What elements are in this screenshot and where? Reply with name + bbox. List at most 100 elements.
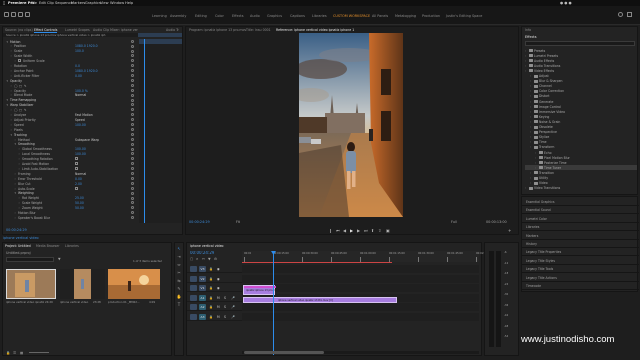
effect-row-value[interactable]: 50.00 [75, 201, 84, 205]
menu-markers[interactable]: Markers [71, 1, 85, 5]
track-record-icon[interactable]: 🎤 [231, 315, 235, 319]
effect-row[interactable]: › Zoom Weight 50.00 [3, 206, 137, 211]
keyframe-toggle-icon[interactable] [131, 78, 134, 82]
side-panel-tab[interactable]: Essential Graphics [526, 200, 555, 204]
effect-row-value[interactable]: 0.00 [75, 177, 82, 181]
pen-mask-icon[interactable]: ✎ [24, 108, 27, 112]
effect-row[interactable]: › Scale 100.0 [3, 49, 137, 54]
keyframe-toggle-icon[interactable] [131, 74, 134, 78]
effects-tree-item[interactable]: › Transform [525, 145, 637, 149]
track-target-toggle[interactable] [190, 313, 197, 320]
project-thumb-1[interactable] [6, 269, 56, 299]
project-filter-icon[interactable]: ▼ [58, 257, 61, 261]
disclosure-icon[interactable]: › [19, 147, 20, 151]
disclosure-icon[interactable]: › [19, 162, 20, 166]
track-label[interactable]: V2 [199, 275, 206, 282]
expand-triangle-icon[interactable]: ▾ [7, 98, 9, 102]
export-icon[interactable] [25, 12, 30, 17]
workspace-tab-learning[interactable]: Learning [152, 14, 167, 18]
effect-row[interactable]: › Local Smoothness 100.00 [3, 152, 137, 157]
track-label[interactable]: A3 [199, 313, 206, 320]
menu-file[interactable]: File [31, 1, 37, 5]
effect-row-value[interactable]: 1080.0 1920.0 [75, 69, 98, 73]
effect-row[interactable]: › ◯ □ ✎ [3, 108, 137, 113]
tab-sequence[interactable]: iphone vertical video [190, 244, 223, 248]
tree-arrow-icon[interactable]: › [530, 120, 531, 124]
add-button-icon[interactable]: + [508, 228, 511, 233]
disclosure-icon[interactable]: › [15, 187, 16, 191]
disclosure-icon[interactable]: › [19, 167, 20, 171]
effect-row[interactable]: › Anti-flicker Filter 0.00 [3, 73, 137, 78]
keyframe-toggle-icon[interactable] [131, 39, 134, 43]
side-panel-tab[interactable]: History [526, 242, 537, 246]
tree-arrow-icon[interactable]: › [530, 100, 531, 104]
keyframe-toggle-icon[interactable] [131, 162, 134, 166]
project-lock-icon[interactable]: 🔒 [6, 351, 10, 355]
keyframe-toggle-icon[interactable] [131, 54, 134, 58]
effect-checkbox[interactable] [75, 157, 78, 161]
track-select-tool-icon[interactable]: ⇥ [176, 254, 182, 260]
track-mute-button[interactable]: M [217, 305, 220, 309]
effect-row[interactable]: ▾ Smoothing [3, 142, 137, 147]
keyframe-toggle-icon[interactable] [131, 49, 134, 53]
workspace-tab-all-panels[interactable]: All Panels [372, 14, 388, 18]
help-icon[interactable] [618, 12, 623, 17]
lift-icon[interactable]: ⬆ [371, 228, 374, 233]
effect-row[interactable]: › Analyze Fast Motion [3, 113, 137, 118]
menu-clip[interactable]: Clip [47, 1, 54, 5]
effect-row-value[interactable]: Speed [75, 118, 85, 122]
effects-tree-item[interactable]: › Video [525, 181, 637, 185]
effect-row-value[interactable]: 1080.0 1920.0 [75, 44, 98, 48]
mini-timeline-clip[interactable] [138, 33, 182, 37]
track-target-toggle[interactable] [190, 304, 197, 310]
effect-checkbox[interactable] [75, 162, 78, 166]
tab-project-libraries[interactable]: Libraries [65, 244, 79, 248]
effect-row[interactable]: › Pixels [3, 127, 137, 132]
workspace-tab-effects[interactable]: Effects [232, 14, 244, 18]
keyframe-toggle-icon[interactable] [131, 196, 134, 200]
tree-arrow-icon[interactable]: › [530, 105, 531, 109]
effects-tree-item[interactable]: › Image Control [525, 104, 637, 109]
effects-tree-item[interactable]: › Stylize [525, 135, 637, 139]
timeline-playhead[interactable] [273, 251, 274, 355]
effect-row[interactable]: › Blend Mode Normal [3, 93, 137, 98]
effects-tree-item[interactable]: › Video Effects [525, 68, 637, 73]
tree-arrow-icon[interactable]: › [525, 186, 526, 190]
clip-v1-top[interactable]: ipnatiz iphone 13 pro.mov [243, 285, 276, 295]
keyframe-toggle-icon[interactable] [131, 132, 134, 136]
track-label[interactable]: V3 [199, 266, 206, 272]
tree-arrow-icon[interactable]: › [535, 166, 536, 170]
timeline-scroll-thumb[interactable] [244, 351, 324, 354]
project-thumb-2[interactable] [60, 269, 105, 299]
effect-row[interactable]: › Error Threshold 0.00 [3, 176, 137, 181]
expand-triangle-icon[interactable]: ▾ [15, 142, 17, 146]
play-icon[interactable]: ▶ [350, 228, 353, 233]
disclosure-icon[interactable]: › [15, 177, 16, 181]
effects-search-input[interactable] [525, 41, 635, 46]
effect-row-value[interactable]: 100.0 % [75, 89, 88, 93]
keyframe-playhead[interactable] [144, 39, 145, 223]
effects-tree-item[interactable]: › Channel [525, 84, 637, 88]
ellipse-mask-icon[interactable]: ◯ [14, 108, 17, 112]
disclosure-icon[interactable]: › [11, 49, 12, 53]
effects-tree-item[interactable]: › Echo [525, 150, 637, 155]
effect-row[interactable]: › Scale Width [3, 54, 137, 59]
effect-row-value[interactable]: 0.0 [75, 64, 80, 68]
track-target-toggle[interactable] [190, 275, 197, 282]
effect-checkbox[interactable] [75, 186, 78, 190]
project-icon-view-icon[interactable]: ▦ [20, 351, 23, 355]
tree-arrow-icon[interactable]: › [530, 89, 531, 93]
keyframe-toggle-icon[interactable] [131, 64, 134, 68]
track-lock-icon[interactable]: 🔒 [209, 267, 213, 271]
video-frame[interactable] [299, 33, 403, 217]
keyframe-toggle-icon[interactable] [131, 103, 134, 107]
track-v1[interactable]: V1 🔒 ◉ [187, 284, 479, 292]
effect-row[interactable]: › Global Smoothness 100.00 [3, 147, 137, 152]
effects-tree-item[interactable]: › Immersive Video [525, 109, 637, 114]
disclosure-icon[interactable]: › [11, 113, 12, 117]
workspace-tab-custom[interactable]: CUSTOM WORKSPACE [333, 14, 370, 18]
pen-mask-icon[interactable]: ✎ [24, 84, 27, 88]
side-panel-tab[interactable]: Legacy Title Actions [526, 276, 557, 280]
side-panel-tab[interactable]: Libraries [526, 225, 539, 229]
disclosure-icon[interactable]: › [15, 59, 16, 63]
